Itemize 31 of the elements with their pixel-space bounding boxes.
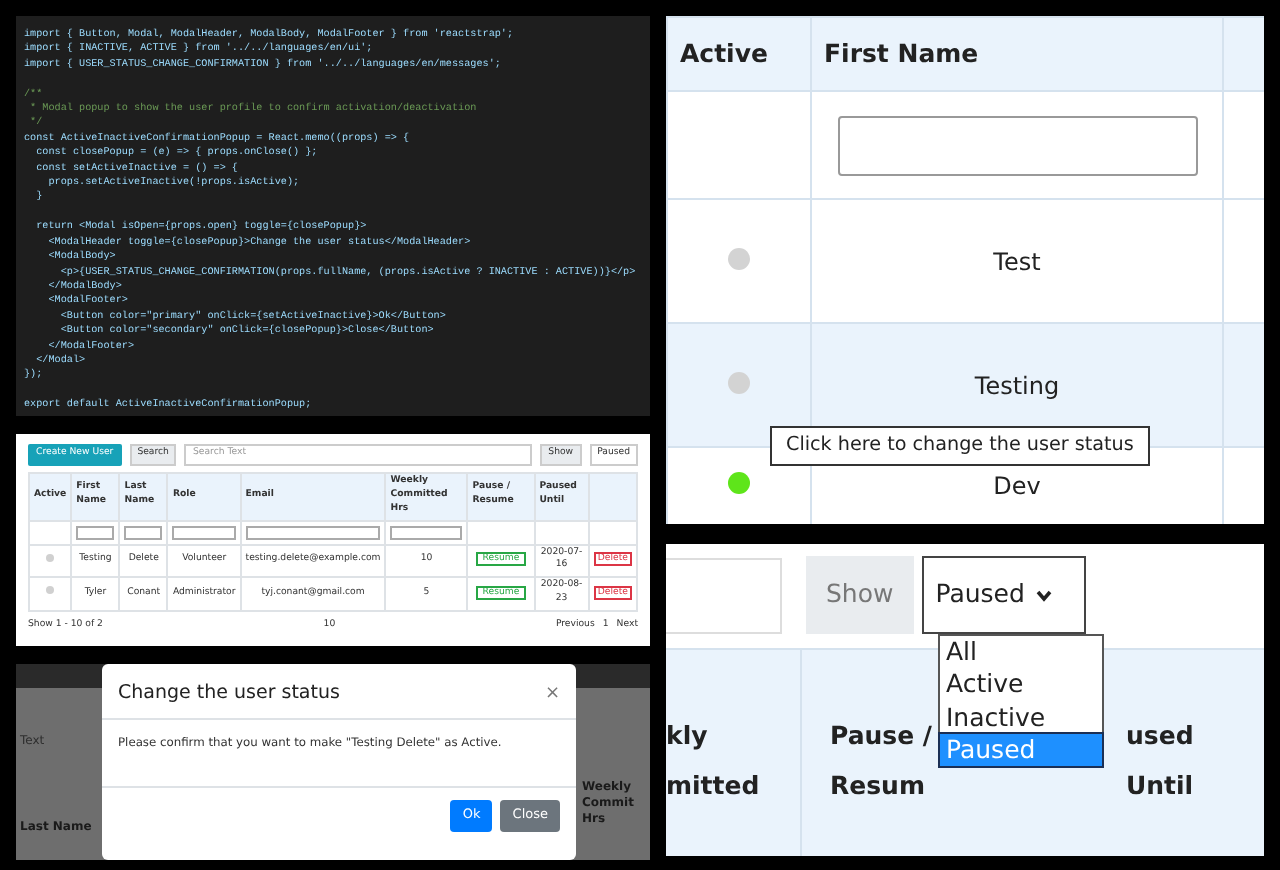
filter-field[interactable] [245, 525, 381, 540]
filter-select[interactable] [172, 525, 236, 540]
filter-field[interactable] [837, 115, 1197, 175]
status-dot[interactable] [46, 553, 55, 561]
column-header: kly [666, 717, 710, 754]
dropdown-option[interactable]: Active [940, 668, 1102, 701]
search-field[interactable] [666, 557, 782, 633]
status-dot[interactable] [728, 371, 750, 393]
status-dot[interactable] [728, 472, 750, 494]
status-dot[interactable] [46, 586, 55, 595]
filter-field[interactable] [390, 525, 463, 540]
close-button[interactable]: × [544, 685, 560, 704]
dropdown-option[interactable]: Paused [940, 733, 1102, 766]
column-header: First Name [824, 37, 979, 68]
show-select[interactable]: Paused [921, 556, 1086, 634]
table-cell: Testing [974, 371, 1060, 399]
modal-title: Change the user status [118, 680, 340, 708]
status-dot[interactable] [728, 247, 750, 269]
dropdown-option[interactable]: Inactive [940, 701, 1102, 734]
dropdown-option[interactable]: All [940, 636, 1102, 669]
chevron-down-icon [1036, 589, 1053, 601]
column-header: used Until [1126, 717, 1196, 803]
column-header: Resum [830, 767, 927, 803]
column-header: mitted [666, 767, 762, 803]
column-header: Active [680, 37, 768, 68]
filter-field[interactable] [124, 525, 163, 540]
table-cell: Test [993, 247, 1041, 275]
show-label: Show [806, 556, 914, 634]
table-cell: Dev [993, 472, 1041, 500]
tooltip: Click here to change the user status [770, 426, 1150, 467]
filter-field[interactable] [76, 525, 115, 540]
